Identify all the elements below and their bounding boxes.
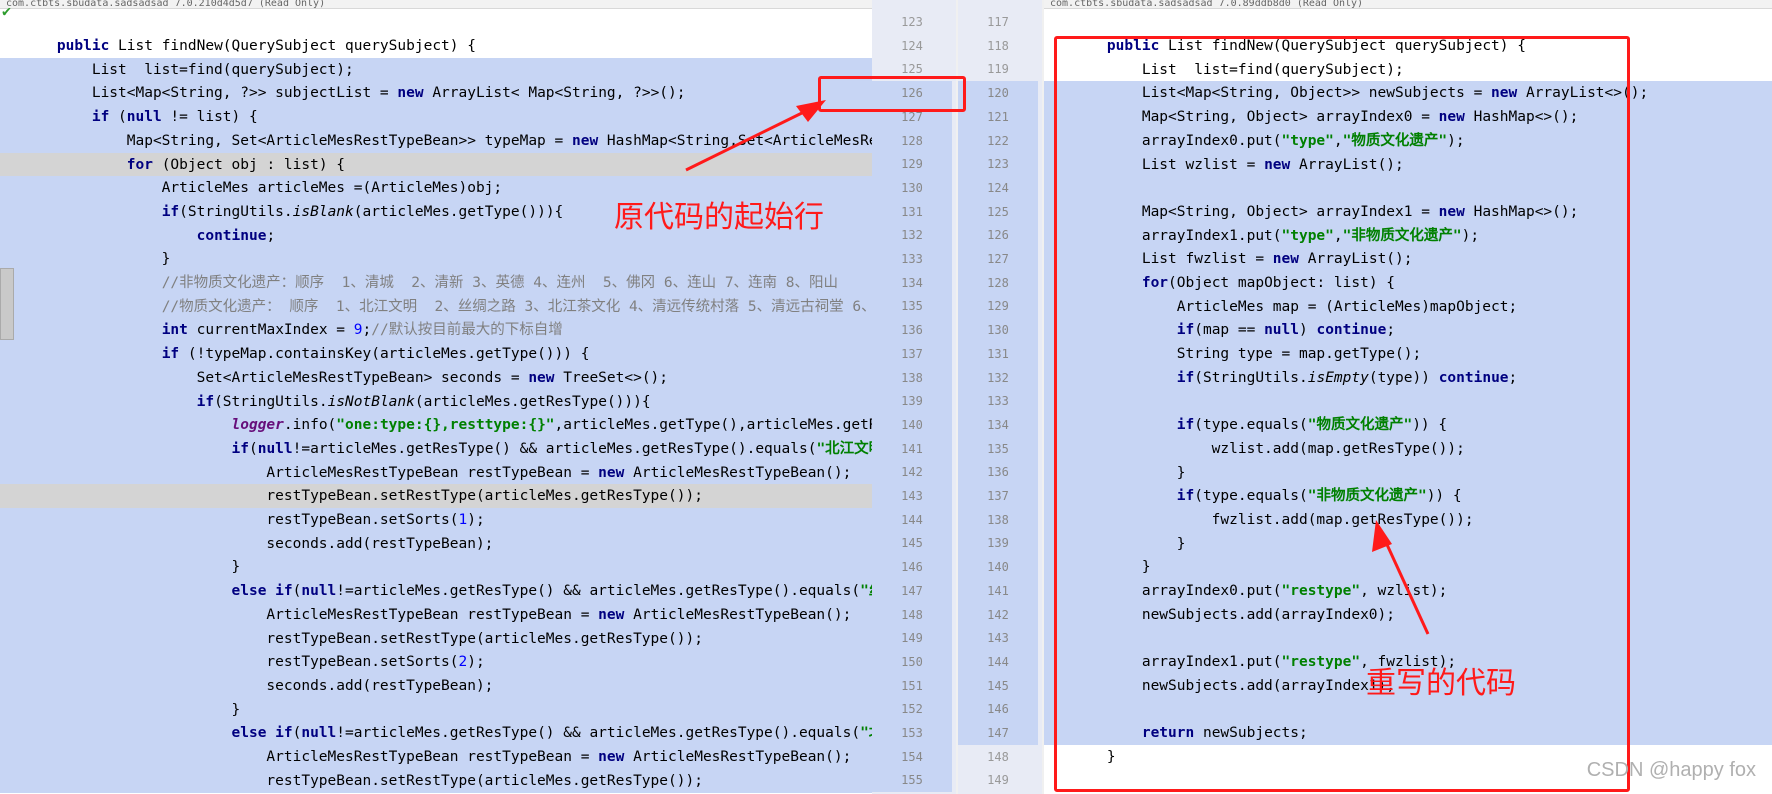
watermark: CSDN @happy fox bbox=[1586, 759, 1756, 781]
annotation-original-start: 原代码的起始行 bbox=[614, 200, 824, 235]
annotation-rewritten-code: 重写的代码 bbox=[1366, 666, 1516, 701]
